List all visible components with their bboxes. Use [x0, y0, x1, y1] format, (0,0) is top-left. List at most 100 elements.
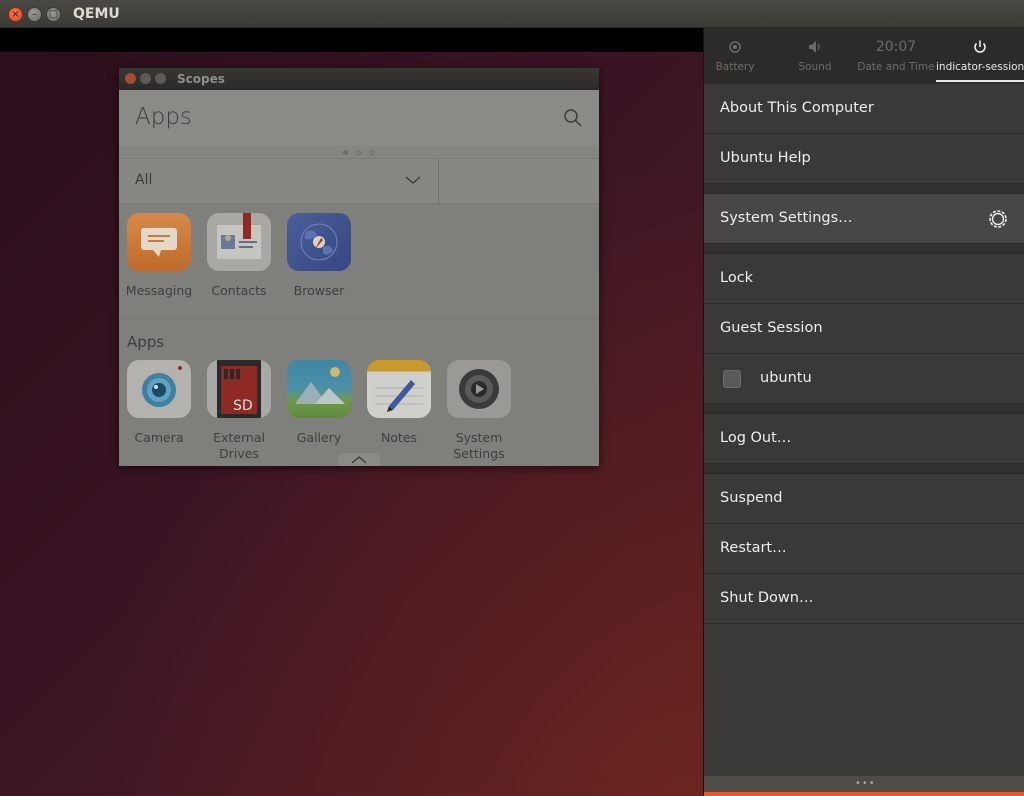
bottom-edge-handle[interactable] [338, 453, 380, 466]
menu-item-label: Log Out… [720, 430, 792, 446]
app-label-line1: Gallery [296, 430, 342, 445]
scopes-header: Apps [119, 90, 599, 146]
scopes-window: Scopes Apps All Messaging Contacts Brows… [119, 68, 599, 466]
menu-item-suspend[interactable]: Suspend [704, 474, 1024, 524]
menu-separator [704, 404, 1024, 414]
app-label-line1: System [455, 430, 503, 445]
gallery-icon [287, 360, 351, 418]
app-tile-camera[interactable]: Camera [119, 360, 199, 446]
app-label: Gallery [279, 430, 359, 446]
app-label-line2: Drives [219, 446, 259, 461]
app-label: Contacts [211, 283, 267, 298]
menu-item-label: System Settings… [720, 210, 853, 226]
menu-item-system-settings[interactable]: System Settings… [704, 194, 1024, 244]
page-dot[interactable] [369, 150, 374, 155]
power-icon [974, 40, 986, 53]
menu-item-log-out[interactable]: Log Out… [704, 414, 1024, 464]
app-label: Camera [119, 430, 199, 446]
section-title: Apps [127, 333, 165, 351]
scopes-window-title: Scopes [177, 72, 225, 86]
host-close-button[interactable]: × [8, 7, 23, 22]
app-label: System Settings [439, 430, 519, 462]
department-filter[interactable]: All [119, 158, 599, 205]
app-tile-gallery[interactable]: Gallery [279, 360, 359, 446]
app-tile-system-settings[interactable]: System Settings [439, 360, 519, 462]
app-label: External Drives [199, 430, 279, 462]
guest-screen: Scopes Apps All Messaging Contacts Brows… [0, 28, 1024, 796]
tab-date-and-time[interactable]: 20:07 Date and Time [856, 28, 936, 84]
gear-icon [989, 210, 1007, 228]
tab-sound[interactable]: Sound [784, 28, 846, 84]
menu-separator [704, 244, 1024, 254]
menu-item-lock[interactable]: Lock [704, 254, 1024, 304]
indicator-panel: Battery Sound 20:07 Date and Time indica… [703, 28, 1024, 796]
menu-separator [704, 464, 1024, 474]
menu-item-restart[interactable]: Restart… [704, 524, 1024, 574]
menu-item-label: ubuntu [760, 370, 812, 386]
menu-item-shut-down[interactable]: Shut Down… [704, 574, 1024, 624]
tab-label: Battery [715, 61, 755, 73]
page-dot-active[interactable] [343, 150, 348, 155]
page-dot[interactable] [356, 150, 361, 155]
user-checkbox[interactable] [723, 370, 741, 388]
menu-item-label: Guest Session [720, 320, 823, 336]
scopes-title-bar[interactable]: Scopes [119, 68, 599, 90]
scopes-content: Messaging Contacts Browser Apps Camera S… [119, 205, 599, 466]
menu-item-label: Ubuntu Help [720, 150, 811, 166]
filter-divider [438, 159, 439, 205]
panel-drag-handle[interactable]: ••• [704, 776, 1024, 792]
menu-item-label: Restart… [720, 540, 787, 556]
menu-item-label: Shut Down… [720, 590, 814, 606]
active-tab-underline [936, 80, 1024, 82]
chevron-down-icon[interactable] [405, 174, 421, 186]
host-minimize-button[interactable]: – [27, 7, 42, 22]
system-settings-icon [447, 360, 511, 418]
menu-item-label: About This Computer [720, 100, 874, 116]
contacts-icon [207, 213, 271, 271]
minimize-icon: – [32, 9, 37, 20]
scopes-minimize-button[interactable] [140, 73, 151, 84]
app-label: Browser [293, 283, 345, 298]
app-label-line1: Camera [134, 430, 184, 445]
chevron-up-icon [351, 456, 367, 464]
page-title: Apps [135, 104, 192, 130]
host-maximize-button[interactable]: □ [46, 7, 61, 22]
section-divider [119, 318, 599, 319]
menu-item-help[interactable]: Ubuntu Help [704, 134, 1024, 184]
menu-separator [704, 184, 1024, 194]
menu-item-user-ubuntu[interactable]: ubuntu [704, 354, 1024, 404]
app-tile-external-drives[interactable]: SD External Drives [199, 360, 279, 462]
close-icon: × [11, 9, 20, 20]
app-label: Notes [359, 430, 439, 446]
menu-item-label: Suspend [720, 490, 783, 506]
host-window-title: QEMU [73, 6, 120, 22]
page-indicator [119, 146, 599, 158]
browser-icon [287, 213, 351, 271]
app-tile-notes[interactable]: Notes [359, 360, 439, 446]
clock-time: 20:07 [875, 39, 917, 55]
camera-icon [127, 360, 191, 418]
app-label: Messaging [125, 283, 193, 298]
app-tile-contacts[interactable]: Contacts [199, 213, 279, 299]
indicator-tabs: Battery Sound 20:07 Date and Time indica… [704, 28, 1024, 84]
battery-icon [729, 41, 741, 53]
app-tile-messaging[interactable]: Messaging [119, 213, 199, 299]
tab-label: indicator-session [936, 61, 1024, 73]
scopes-close-button[interactable] [125, 73, 136, 84]
menu-item-about[interactable]: About This Computer [704, 84, 1024, 134]
sound-icon [809, 41, 820, 53]
search-icon[interactable] [563, 108, 583, 128]
sd-card-icon: SD [207, 360, 271, 418]
tab-battery[interactable]: Battery [704, 28, 766, 84]
maximize-icon: □ [48, 9, 59, 20]
app-tile-browser[interactable]: Browser [279, 213, 359, 299]
app-label-line1: External [213, 430, 265, 445]
menu-item-label: Lock [720, 270, 754, 286]
tab-indicator-session[interactable]: indicator-session [936, 28, 1024, 84]
host-title-bar: × – □ QEMU [0, 0, 1024, 28]
app-label-line2: Settings [453, 446, 505, 461]
scopes-maximize-button[interactable] [155, 73, 166, 84]
sd-card-text: SD [233, 398, 253, 414]
menu-item-guest-session[interactable]: Guest Session [704, 304, 1024, 354]
tab-label: Sound [798, 61, 832, 73]
